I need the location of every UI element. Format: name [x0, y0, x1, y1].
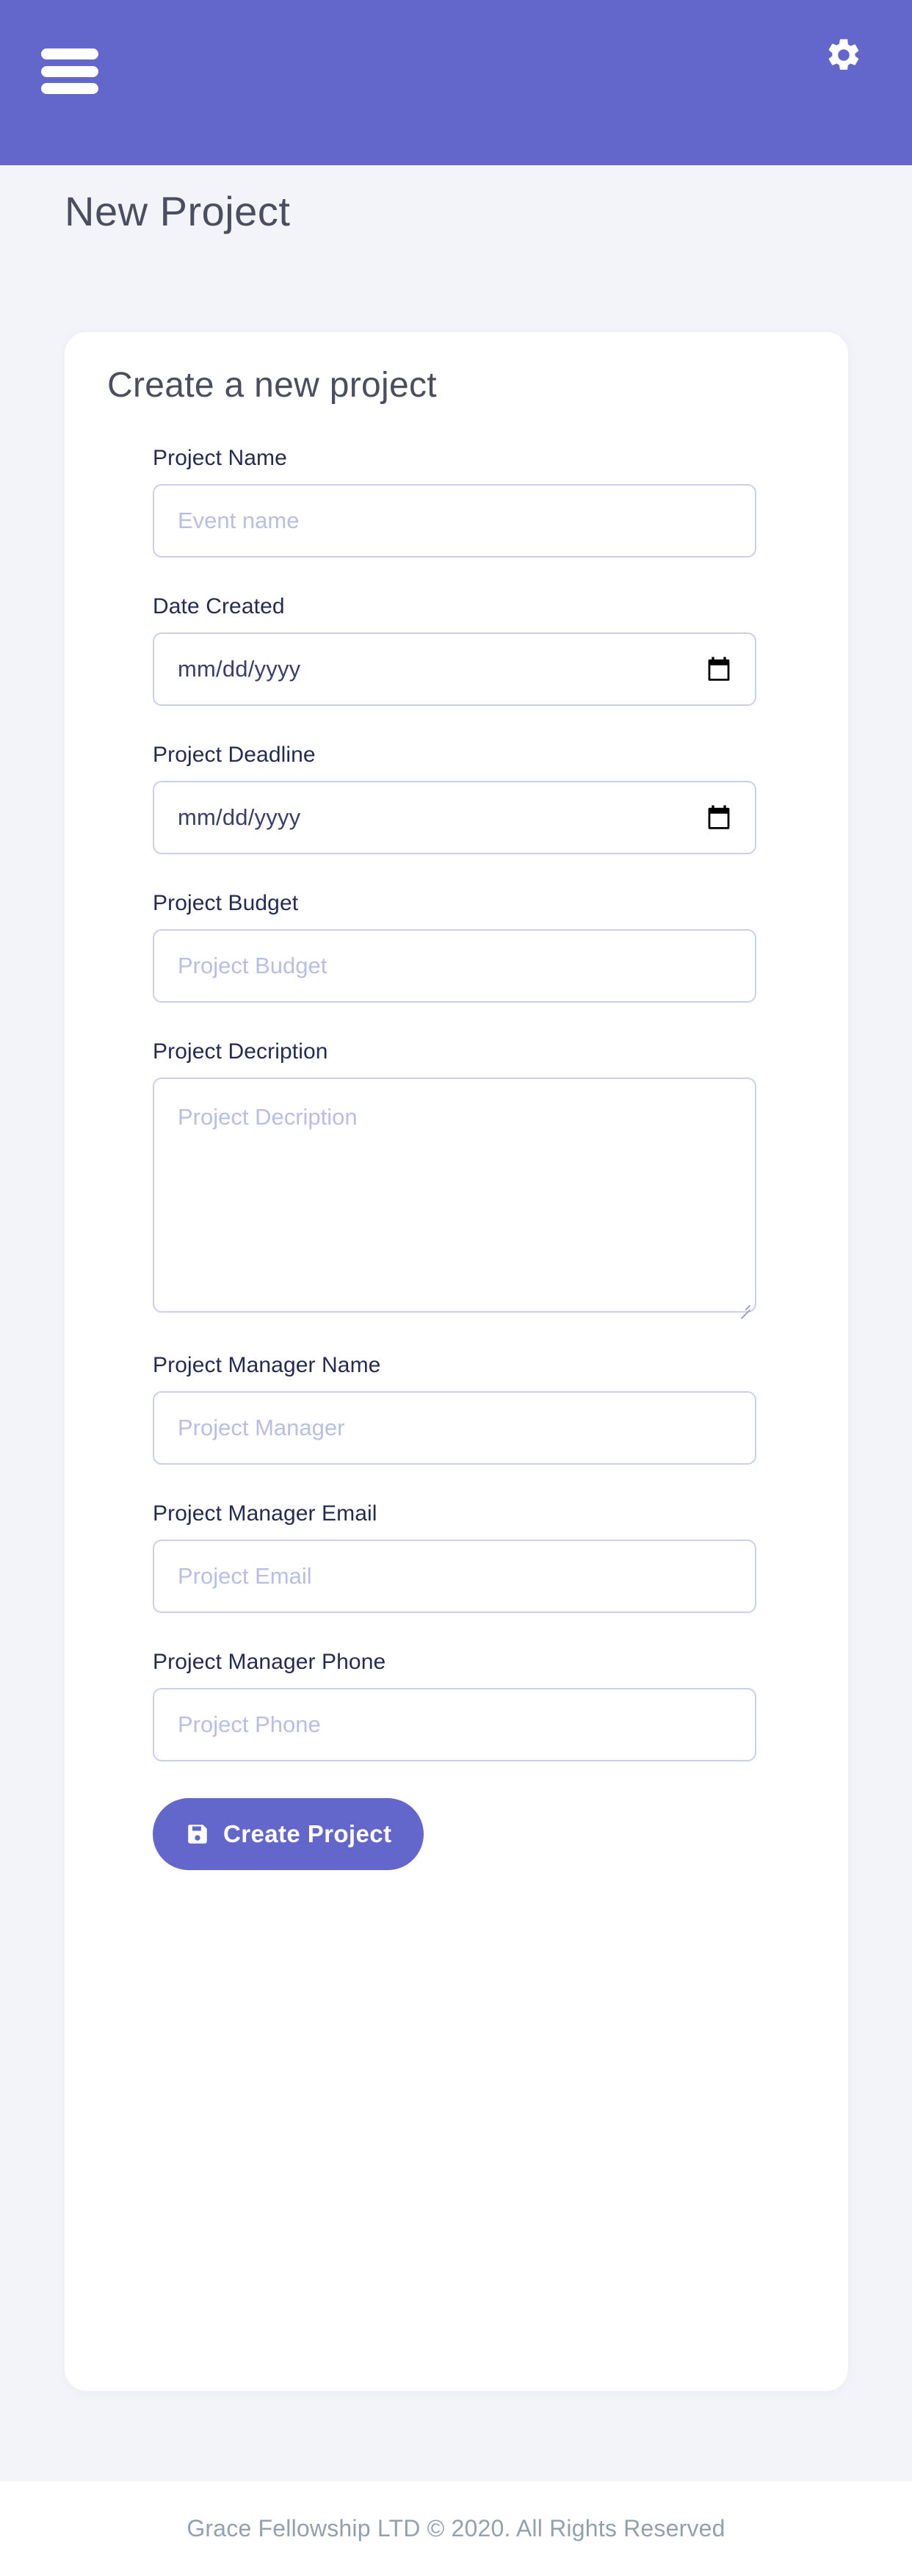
hamburger-bar-3	[41, 83, 98, 94]
label-project-name: Project Name	[153, 446, 287, 470]
project-deadline-value: mm/dd/yyyy	[178, 804, 301, 830]
hamburger-menu-icon[interactable]	[41, 48, 98, 94]
label-date-created: Date Created	[153, 594, 285, 618]
project-description-wrapper	[153, 1078, 756, 1316]
hamburger-bar-1	[41, 48, 98, 59]
new-project-card: Create a new project Project Name Date C…	[65, 332, 848, 2391]
field-project-description: Project Decription	[153, 1039, 756, 1316]
date-created-value: mm/dd/yyyy	[178, 656, 301, 682]
gear-icon	[828, 39, 859, 70]
label-project-budget: Project Budget	[153, 891, 299, 915]
project-description-textarea[interactable]	[153, 1078, 756, 1313]
field-project-budget: Project Budget	[153, 891, 756, 1003]
label-project-manager-email: Project Manager Email	[153, 1501, 377, 1526]
label-project-description: Project Decription	[153, 1039, 328, 1064]
calendar-icon[interactable]	[706, 804, 731, 831]
label-project-manager-name: Project Manager Name	[153, 1353, 381, 1377]
field-project-deadline: Project Deadline mm/dd/yyyy	[153, 743, 756, 854]
project-name-input[interactable]	[153, 484, 756, 558]
calendar-icon[interactable]	[706, 656, 731, 682]
create-project-button-label: Create Project	[223, 1820, 392, 1847]
app-bar	[0, 0, 912, 165]
app-screen: New Project Create a new project Project…	[0, 0, 912, 2576]
date-created-input[interactable]: mm/dd/yyyy	[153, 632, 756, 706]
save-floppy-icon	[188, 1825, 207, 1844]
page-body: New Project Create a new project Project…	[0, 165, 912, 2481]
label-project-deadline: Project Deadline	[153, 743, 316, 767]
new-project-form: Project Name Date Created mm/dd/yyyy	[153, 446, 756, 1870]
card-title: Create a new project	[107, 366, 437, 405]
field-date-created: Date Created mm/dd/yyyy	[153, 594, 756, 706]
project-manager-phone-input[interactable]	[153, 1688, 756, 1761]
project-manager-email-input[interactable]	[153, 1540, 756, 1613]
field-project-manager-email: Project Manager Email	[153, 1501, 756, 1613]
submit-row: Create Project	[153, 1798, 756, 1870]
page-title: New Project	[65, 188, 291, 234]
project-manager-name-input[interactable]	[153, 1391, 756, 1465]
field-project-name: Project Name	[153, 446, 756, 558]
settings-button[interactable]	[817, 28, 871, 82]
hamburger-bar-2	[41, 65, 98, 77]
create-project-button[interactable]: Create Project	[153, 1798, 424, 1870]
project-deadline-input[interactable]: mm/dd/yyyy	[153, 781, 756, 854]
footer: Grace Fellowship LTD © 2020. All Rights …	[0, 2481, 912, 2576]
footer-copyright: Grace Fellowship LTD © 2020. All Rights …	[187, 2515, 725, 2541]
field-project-manager-phone: Project Manager Phone	[153, 1650, 756, 1761]
field-project-manager-name: Project Manager Name	[153, 1353, 756, 1465]
project-budget-input[interactable]	[153, 929, 756, 1003]
label-project-manager-phone: Project Manager Phone	[153, 1650, 386, 1674]
